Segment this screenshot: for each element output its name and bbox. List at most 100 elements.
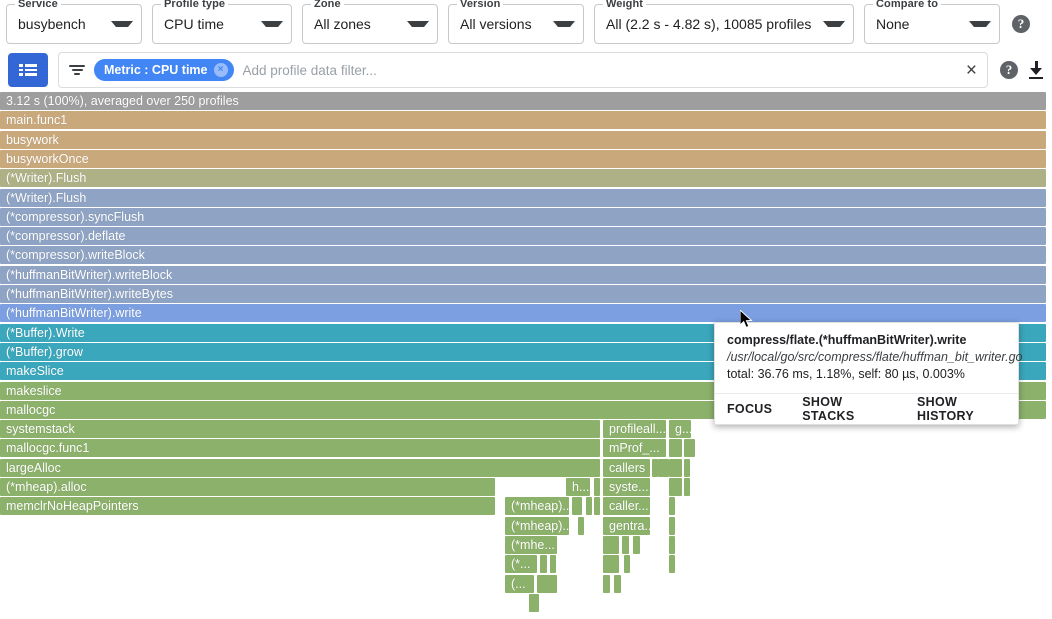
flame-frame[interactable]	[669, 497, 675, 515]
help-icon[interactable]: ?	[1012, 15, 1030, 33]
flame-frame-label: (*huffmanBitWriter).write	[6, 306, 142, 320]
flame-frame[interactable]: g...	[669, 420, 691, 438]
flame-frame[interactable]: (*compressor).syncFlush	[0, 208, 1046, 226]
flame-frame[interactable]: largeAlloc	[0, 459, 600, 477]
flame-frame-label: (*mhe...	[511, 538, 555, 552]
flame-frame[interactable]	[529, 594, 539, 612]
flame-frame[interactable]: (*mheap)....	[505, 497, 569, 515]
close-icon[interactable]: ×	[214, 63, 228, 77]
flame-frame[interactable]	[603, 555, 619, 573]
selector-toolbar: Service busybench Profile type CPU time …	[0, 0, 1052, 48]
filter-toolbar: Metric : CPU time × Add profile data fil…	[0, 48, 1052, 92]
flame-frame[interactable]	[614, 575, 621, 593]
flame-frame[interactable]	[669, 517, 675, 535]
flame-frame-label: (*Writer).Flush	[6, 191, 86, 205]
flame-frame[interactable]: (*mhe...	[505, 536, 557, 554]
download-icon[interactable]	[1028, 61, 1044, 79]
chevron-down-icon	[553, 21, 575, 27]
flame-frame[interactable]: (*Writer).Flush	[0, 169, 1046, 187]
flame-frame-label: gentra...	[609, 519, 650, 533]
flame-frame[interactable]	[550, 555, 556, 573]
flame-frame[interactable]	[624, 555, 630, 573]
flame-frame[interactable]	[689, 439, 695, 457]
flame-frame-label: (*compressor).writeBlock	[6, 248, 145, 262]
flame-frame[interactable]: (*...	[505, 555, 537, 573]
list-view-icon[interactable]	[8, 53, 48, 87]
flame-frame[interactable]	[594, 497, 600, 515]
help-icon[interactable]: ?	[1000, 61, 1018, 79]
show-history-button[interactable]: SHOW HISTORY	[917, 395, 1006, 423]
mouse-cursor	[740, 310, 754, 335]
flame-frame[interactable]: caller...	[603, 497, 650, 515]
flame-frame[interactable]	[578, 517, 584, 535]
flame-frame-label: (...	[511, 577, 526, 591]
zone-select[interactable]: Zone All zones	[302, 4, 438, 44]
flame-frame[interactable]: mProf_...	[603, 439, 666, 457]
flame-frame[interactable]	[684, 459, 690, 477]
flame-frame-label: (*...	[511, 557, 530, 571]
compare-to-label: Compare to	[873, 0, 941, 10]
weight-select[interactable]: Weight All (2.2 s - 4.82 s), 10085 profi…	[594, 4, 854, 44]
compare-to-value: None	[876, 16, 909, 32]
flame-frame-label: makeslice	[6, 384, 62, 398]
flame-frame[interactable]: (*Writer).Flush	[0, 189, 1046, 207]
flame-frame[interactable]: (*huffmanBitWriter).writeBytes	[0, 285, 1046, 303]
flame-frame[interactable]: (*huffmanBitWriter).write	[0, 304, 1046, 322]
service-select[interactable]: Service busybench	[6, 4, 142, 44]
version-label: Version	[457, 0, 503, 10]
flame-frame[interactable]: main.func1	[0, 111, 1046, 129]
flame-frame-label: syste...	[609, 480, 649, 494]
service-value: busybench	[18, 16, 86, 32]
flame-frame[interactable]	[669, 555, 675, 573]
flame-frame[interactable]	[540, 555, 547, 573]
filter-placeholder: Add profile data filter...	[243, 63, 377, 78]
flame-frame[interactable]: (...	[505, 575, 534, 593]
flame-frame[interactable]	[622, 536, 629, 554]
flame-frame[interactable]	[586, 497, 592, 515]
focus-button[interactable]: FOCUS	[727, 402, 772, 416]
flame-frame[interactable]: 3.12 s (100%), averaged over 250 profile…	[0, 92, 1046, 110]
flame-frame-label: (*huffmanBitWriter).writeBlock	[6, 268, 172, 282]
flame-frame[interactable]	[537, 575, 557, 593]
show-stacks-button[interactable]: SHOW STACKS	[802, 395, 887, 423]
flame-frame[interactable]: systemstack	[0, 420, 600, 438]
close-icon[interactable]: ×	[958, 61, 977, 80]
flame-frame[interactable]: h...	[566, 478, 590, 496]
flame-frame[interactable]	[603, 575, 610, 593]
flame-frame[interactable]: busywork	[0, 131, 1046, 149]
flame-frame[interactable]: (*compressor).writeBlock	[0, 246, 1046, 264]
flame-frame[interactable]	[669, 459, 682, 477]
flame-frame[interactable]	[572, 497, 582, 515]
profile-type-select[interactable]: Profile type CPU time	[152, 4, 292, 44]
flame-frame-label: caller...	[609, 499, 649, 513]
service-label: Service	[15, 0, 61, 10]
flame-frame[interactable]	[669, 439, 682, 457]
flame-frame[interactable]	[669, 478, 682, 496]
chevron-down-icon	[969, 21, 991, 27]
flame-frame[interactable]: mallocgc.func1	[0, 439, 600, 457]
flame-frame[interactable]: callers	[603, 459, 650, 477]
zone-label: Zone	[311, 0, 344, 10]
flame-frame[interactable]: (*compressor).deflate	[0, 227, 1046, 245]
flame-frame[interactable]: (*mheap)....	[505, 517, 569, 535]
flame-frame[interactable]: busyworkOnce	[0, 150, 1046, 168]
flame-frame[interactable]	[684, 478, 690, 496]
profile-filter-input[interactable]: Metric : CPU time × Add profile data fil…	[58, 52, 988, 88]
flame-frame[interactable]: memclrNoHeapPointers	[0, 497, 495, 515]
flame-frame-label: mallocgc.func1	[6, 441, 89, 455]
flame-frame-label: (*mheap).alloc	[6, 480, 87, 494]
flame-frame-label: largeAlloc	[6, 461, 61, 475]
flame-frame[interactable]	[603, 536, 619, 554]
filter-chip-metric[interactable]: Metric : CPU time ×	[94, 59, 234, 81]
flame-frame-label: (*Buffer).Write	[6, 326, 85, 340]
version-select[interactable]: Version All versions	[448, 4, 584, 44]
flame-frame[interactable]: syste...	[603, 478, 650, 496]
flame-frame[interactable]	[633, 536, 640, 554]
flame-frame[interactable]: (*mheap).alloc	[0, 478, 495, 496]
flame-frame[interactable]	[594, 478, 600, 496]
flame-frame[interactable]	[669, 536, 675, 554]
compare-to-select[interactable]: Compare to None	[864, 4, 1000, 44]
flame-frame[interactable]: (*huffmanBitWriter).writeBlock	[0, 266, 1046, 284]
flame-frame[interactable]: profileall...	[603, 420, 666, 438]
flame-frame[interactable]: gentra...	[603, 517, 650, 535]
